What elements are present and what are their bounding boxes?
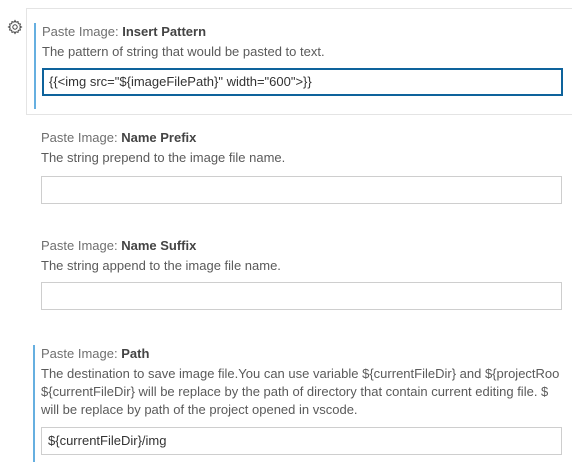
path-input[interactable]: ${currentFileDir}/img	[41, 427, 562, 455]
setting-name: Path	[121, 346, 150, 361]
setting-insert-pattern: Paste Image: Insert Pattern The pattern …	[26, 8, 572, 115]
setting-title: Paste Image: Insert Pattern	[42, 24, 206, 40]
setting-title: Paste Image: Path	[41, 346, 149, 362]
setting-name: Name Prefix	[121, 130, 197, 145]
setting-name-prefix: Paste Image: Name Prefix The string prep…	[26, 123, 572, 223]
setting-category: Paste Image:	[41, 238, 122, 253]
modified-indicator	[33, 345, 35, 462]
name-prefix-input[interactable]	[41, 176, 562, 204]
setting-title: Paste Image: Name Prefix	[41, 130, 196, 146]
insert-pattern-input[interactable]: {{<img src="${imageFilePath}" width="600…	[42, 68, 563, 96]
settings-editor: Paste Image: Insert Pattern The pattern …	[0, 0, 572, 462]
name-suffix-input[interactable]	[41, 282, 562, 310]
setting-name-suffix: Paste Image: Name Suffix The string appe…	[26, 231, 572, 331]
setting-description: The string append to the image file name…	[41, 258, 281, 273]
setting-description: The string prepend to the image file nam…	[41, 150, 286, 165]
setting-description-line: ${currentFileDir} will be replace by the…	[41, 384, 549, 399]
setting-name: Name Suffix	[121, 238, 197, 253]
setting-category: Paste Image:	[41, 346, 122, 361]
setting-title: Paste Image: Name Suffix	[41, 238, 196, 254]
setting-category: Paste Image:	[41, 130, 122, 145]
gear-icon[interactable]	[7, 19, 23, 35]
modified-indicator	[34, 23, 36, 109]
setting-description-line: The destination to save image file.You c…	[41, 366, 560, 381]
setting-description: The pattern of string that would be past…	[42, 44, 325, 59]
setting-category: Paste Image:	[42, 24, 123, 39]
setting-name: Insert Pattern	[122, 24, 207, 39]
setting-path: Paste Image: Path The destination to sav…	[26, 339, 572, 462]
setting-description-line: will be replace by path of the project o…	[41, 402, 358, 417]
